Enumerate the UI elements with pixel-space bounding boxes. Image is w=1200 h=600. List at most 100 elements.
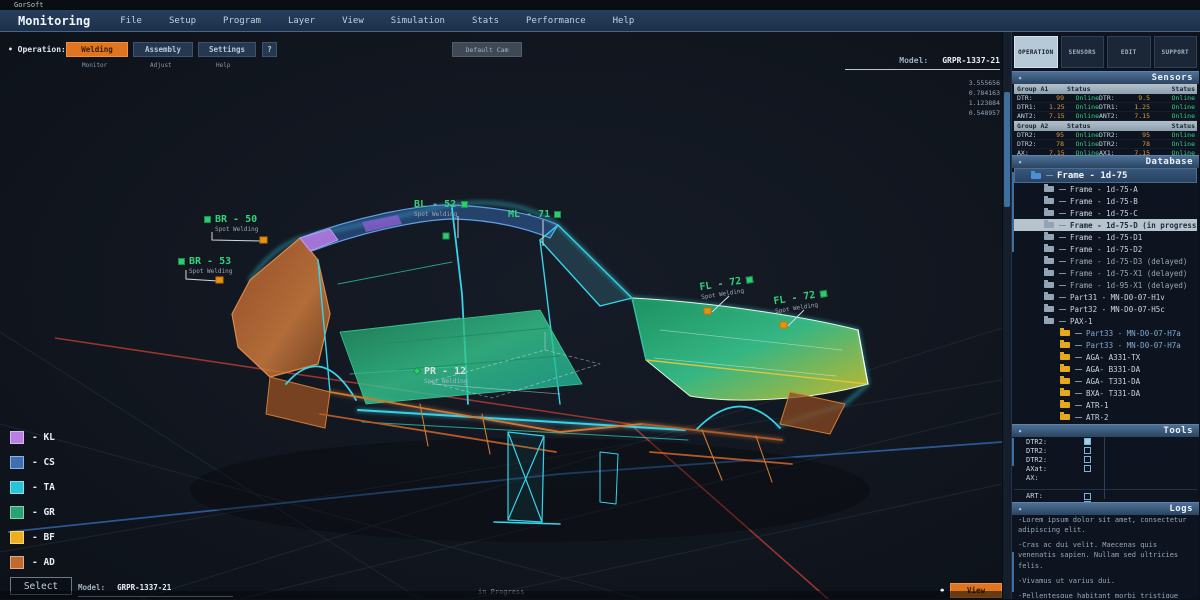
menu-bar: Monitoring File Setup Program Layer View…	[0, 10, 1200, 32]
folder-icon	[1044, 258, 1054, 264]
sensor-row: ANT2:7.15Online ANT2:7.15Online	[1014, 112, 1197, 121]
folder-icon	[1044, 210, 1054, 216]
tools-scrollbar[interactable]	[1012, 438, 1014, 466]
scrollbar-thumb[interactable]	[1004, 92, 1010, 207]
menu-performance[interactable]: Performance	[526, 16, 586, 26]
database-section-header[interactable]: ✦ Database	[1012, 155, 1199, 168]
database-tree: Frame - 1d-75 Frame - 1d-75-A Frame - 1d…	[1014, 168, 1197, 424]
tool-row: AX:	[1014, 473, 1197, 482]
weld-annotation-ml71[interactable]: ML - 71	[508, 209, 561, 221]
tree-item-delayed[interactable]: Frame - 1d-75-X1 (delayed)	[1014, 267, 1197, 279]
tree-item[interactable]: PAX-1	[1014, 315, 1197, 327]
tab-sensors[interactable]: SENSORS	[1061, 36, 1105, 68]
sensor-row: DTR2:95Online DTR2:95Online	[1014, 131, 1197, 140]
legend-item: - GR	[10, 500, 55, 525]
menu-layer[interactable]: Layer	[288, 16, 315, 26]
tools-section-header[interactable]: ✦ Tools	[1012, 424, 1199, 437]
tree-item[interactable]: AGA- A331-TX	[1014, 351, 1197, 363]
legend-swatch-bf	[10, 531, 24, 544]
checkbox-dtr2[interactable]	[1084, 456, 1091, 463]
tool-row: ART:	[1014, 489, 1197, 500]
folder-icon	[1044, 306, 1054, 312]
folder-icon	[1044, 246, 1054, 252]
logs-scrollbar[interactable]	[1012, 552, 1014, 592]
readout-value: 1.123884	[845, 98, 1000, 108]
weld-annotation-br50[interactable]: BR - 50Spot Welding	[204, 214, 258, 233]
color-legend: - KL - CS - TA - GR - BF - AD	[10, 425, 55, 575]
model-value: GRPR-1337-21	[942, 56, 1000, 65]
menu-stats[interactable]: Stats	[472, 16, 499, 26]
tree-item[interactable]: Frame - 1d-75-D2	[1014, 243, 1197, 255]
tree-item[interactable]: BXA- T331-DA	[1014, 387, 1197, 399]
weld-annotation-br53[interactable]: BR - 53Spot Welding	[178, 256, 232, 275]
bottom-strip	[0, 591, 1002, 599]
legend-item: - AD	[10, 550, 55, 575]
tree-item-delayed[interactable]: Frame - 1d-95-X1 (delayed)	[1014, 279, 1197, 291]
viewport-3d[interactable]: • Operation: Welding Assembly Settings ?…	[0, 32, 1002, 599]
tree-item[interactable]: Frame - 1d-75-B	[1014, 195, 1197, 207]
welding-button[interactable]: Welding	[66, 42, 128, 57]
viewport-scrollbar[interactable]	[1002, 32, 1011, 599]
log-entry: -Cras ac dui velit. Maecenas quis venena…	[1018, 540, 1196, 570]
weld-diamond-icon	[413, 367, 421, 375]
tree-scrollbar[interactable]	[1012, 172, 1014, 252]
legend-swatch-gr	[10, 506, 24, 519]
tree-item[interactable]: ATR-2	[1014, 411, 1197, 423]
tree-item-delayed[interactable]: Frame - 1d-75-D3 (delayed)	[1014, 255, 1197, 267]
tree-item[interactable]: Part32 - MN-D0-07-H5c	[1014, 303, 1197, 315]
tree-item[interactable]: AGA- B331-DA	[1014, 363, 1197, 375]
sensor-row: DTR2:78Online DTR2:78Online	[1014, 140, 1197, 149]
tree-item[interactable]: ATR-1	[1014, 399, 1197, 411]
tree-item[interactable]: Part33 - MN-D0-07-H7a	[1014, 327, 1197, 339]
weld-annotation-pr12[interactable]: PR - 12Spot Welding	[414, 366, 467, 385]
folder-icon	[1060, 390, 1070, 396]
assembly-sub-label: Adjust	[150, 62, 172, 69]
folder-icon	[1060, 414, 1070, 420]
section-marker-icon: ✦	[1018, 74, 1022, 82]
tree-item-root[interactable]: Frame - 1d-75	[1014, 168, 1197, 183]
tab-operation[interactable]: OPERATION	[1014, 36, 1058, 68]
menu-view[interactable]: View	[342, 16, 364, 26]
checkbox-axat[interactable]	[1084, 465, 1091, 472]
readout-value: 3.555656	[845, 78, 1000, 88]
tree-item[interactable]: AGA- T331-DA	[1014, 375, 1197, 387]
tree-item-selected[interactable]: Frame - 1d-75-D (in progress)	[1014, 219, 1197, 231]
tool-row: AXat:	[1014, 464, 1197, 473]
default-cam-button[interactable]: Default Cam	[452, 42, 522, 57]
checkbox-dtr2[interactable]	[1084, 447, 1091, 454]
tree-item[interactable]: Frame - 1d-75-A	[1014, 183, 1197, 195]
log-entry: -Lorem ipsum dolor sit amet, consectetur…	[1018, 515, 1196, 535]
database-section-title: Database	[1146, 157, 1193, 167]
weld-marker-icon	[461, 201, 468, 208]
menu-monitoring[interactable]: Monitoring	[18, 14, 90, 28]
logs-section-header[interactable]: ✦ Logs	[1012, 502, 1199, 515]
tab-support[interactable]: SUPPORT	[1154, 36, 1198, 68]
checkbox-dtr2-checked[interactable]	[1084, 438, 1091, 445]
tree-item[interactable]: Part31 - MN-D0-07-H1v	[1014, 291, 1197, 303]
title-bar: GorSoft	[0, 0, 1200, 10]
weld-annotation-bl52[interactable]: BL - 52Spot Welding	[414, 199, 468, 218]
checkbox-art[interactable]	[1084, 493, 1091, 500]
tools-section-title: Tools	[1163, 426, 1193, 436]
tab-edit[interactable]: EDIT	[1107, 36, 1151, 68]
sensors-section-title: Sensors	[1152, 73, 1193, 83]
folder-icon	[1044, 234, 1054, 240]
app-title: GorSoft	[14, 1, 44, 9]
assembly-button[interactable]: Assembly	[133, 42, 193, 57]
menu-help[interactable]: Help	[613, 16, 635, 26]
log-entry: -Vivamus ut varius dui.	[1018, 576, 1196, 586]
logs-section-title: Logs	[1169, 504, 1193, 514]
tools-divider	[1104, 437, 1105, 499]
tree-item[interactable]: Part33 - MN-D0-07-H7a	[1014, 339, 1197, 351]
menu-setup[interactable]: Setup	[169, 16, 196, 26]
sensors-section-header[interactable]: ✦ Sensors	[1012, 71, 1199, 84]
settings-button[interactable]: Settings	[198, 42, 256, 57]
sensor-group-header: Group A1 Status Status	[1014, 84, 1197, 94]
menu-program[interactable]: Program	[223, 16, 261, 26]
menu-simulation[interactable]: Simulation	[391, 16, 445, 26]
menu-file[interactable]: File	[120, 16, 142, 26]
tree-item[interactable]: Frame - 1d-75-C	[1014, 207, 1197, 219]
tree-item[interactable]: Frame - 1d-75-D1	[1014, 231, 1197, 243]
folder-icon	[1044, 270, 1054, 276]
help-button[interactable]: ?	[262, 42, 277, 57]
